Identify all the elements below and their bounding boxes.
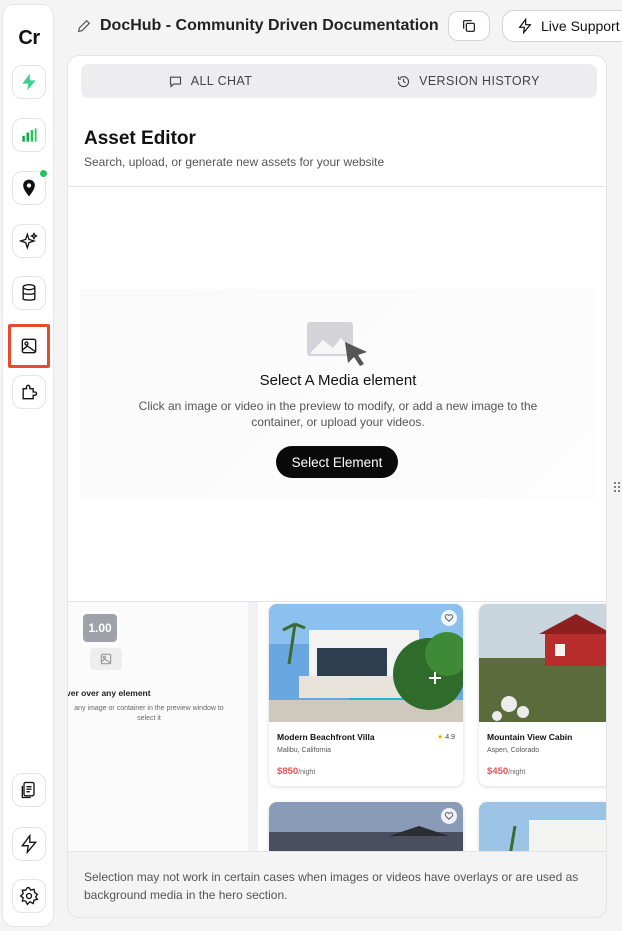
listing-card[interactable]: Mountain View Cabin Aspen, Colorado $450…: [479, 604, 606, 786]
villa-photo: [269, 604, 463, 722]
supabase-icon: [22, 73, 36, 91]
listing-rating: ★ 4.9: [437, 733, 455, 741]
tab-all-chat[interactable]: ALL CHAT: [81, 64, 339, 98]
ai-button[interactable]: [12, 224, 46, 258]
page-title: Asset Editor: [84, 128, 196, 149]
listing-name: Mountain View Cabin: [487, 732, 573, 742]
price-value: $450: [487, 766, 509, 777]
price-unit: /night: [508, 769, 526, 776]
database-button[interactable]: [12, 276, 46, 310]
star-icon: ★: [437, 734, 444, 741]
favorite-button[interactable]: [441, 808, 457, 824]
price-unit: /night: [298, 769, 316, 776]
listing-name: Modern Beachfront Villa: [277, 732, 375, 742]
listing-price: $850/night: [277, 766, 315, 777]
listing-image[interactable]: [269, 604, 463, 722]
lightning-icon: [21, 834, 38, 854]
settings-button[interactable]: [12, 879, 46, 913]
rating-value: 4.9: [445, 734, 455, 741]
preview-hint-area: 1.00 ver over any element any image or c…: [68, 602, 248, 851]
heart-icon: [444, 812, 454, 820]
ai-sparkle-icon: [19, 232, 38, 250]
pages-button[interactable]: [12, 773, 46, 807]
zoom-badge: 1.00: [83, 614, 117, 642]
media-select-icon: [307, 322, 367, 366]
chat-icon: [169, 76, 181, 88]
sidebar-rail: Cr: [2, 4, 54, 927]
live-support-label: Live Support: [541, 18, 620, 34]
listing-location: Malibu, California: [277, 747, 332, 754]
empty-title: Select A Media element: [259, 372, 417, 389]
listing-location: Aspen, Colorado: [487, 747, 540, 754]
favorite-button[interactable]: [441, 610, 457, 626]
tab-version-history[interactable]: VERSION HISTORY: [339, 64, 597, 98]
image-assets-button[interactable]: [8, 324, 50, 368]
hover-hint-sub: any image or container in the preview wi…: [74, 705, 224, 722]
listing-image[interactable]: [479, 604, 606, 722]
analytics-icon: [22, 128, 37, 142]
pages-icon: [21, 781, 35, 799]
live-support-button[interactable]: Live Support: [502, 10, 622, 42]
hover-hint-title: ver over any element: [68, 688, 151, 698]
location-button[interactable]: [12, 169, 48, 205]
history-icon: [398, 75, 410, 87]
supabase-button[interactable]: [12, 65, 46, 99]
asset-editor-panel: ALL CHAT VERSION HISTORY Asset Editor Se…: [67, 55, 607, 918]
image-icon: [21, 338, 37, 354]
puzzle-icon: [22, 384, 38, 400]
actions-button[interactable]: [12, 827, 46, 861]
page-subtitle: Search, upload, or generate new assets f…: [84, 155, 385, 169]
listing-card[interactable]: [479, 802, 606, 851]
app-logo: Cr: [18, 27, 40, 49]
location-icon: [23, 179, 35, 197]
selection-note: Selection may not work in certain cases …: [68, 851, 606, 917]
tab-label: VERSION HISTORY: [419, 74, 540, 88]
preview-separator: [248, 602, 258, 851]
drag-handle-icon: [614, 482, 620, 492]
analytics-button[interactable]: [12, 118, 46, 152]
divider: [68, 186, 606, 187]
empty-description: Click an image or video in the preview t…: [138, 399, 538, 429]
copy-button[interactable]: [448, 11, 490, 41]
copy-icon: [463, 20, 475, 32]
pencil-icon: [77, 19, 91, 33]
listing-card[interactable]: [269, 802, 463, 851]
price-value: $850: [277, 766, 299, 777]
database-icon: [22, 284, 36, 301]
listing-photo: [269, 802, 463, 851]
listing-photo: [479, 802, 606, 851]
heart-icon: [444, 614, 454, 622]
cabin-photo: [479, 604, 606, 722]
listing-price: $450/night: [487, 766, 525, 777]
image-icon: [100, 653, 112, 665]
panel-tabs: ALL CHAT VERSION HISTORY: [81, 64, 597, 98]
tab-label: ALL CHAT: [190, 74, 253, 88]
project-title[interactable]: DocHub - Community Driven Documentation: [76, 14, 439, 38]
project-title-text: DocHub - Community Driven Documentation: [100, 17, 439, 34]
lightning-icon: [518, 18, 532, 34]
gear-icon: [19, 887, 39, 906]
site-preview[interactable]: 1.00 ver over any element any image or c…: [68, 601, 606, 851]
extensions-button[interactable]: [12, 375, 46, 409]
image-placeholder: [90, 648, 122, 670]
resize-handle[interactable]: [613, 480, 621, 494]
listing-card[interactable]: Modern Beachfront Villa ★ 4.9 Malibu, Ca…: [269, 604, 463, 786]
status-dot: [39, 169, 48, 178]
select-element-button[interactable]: Select Element: [276, 446, 398, 478]
